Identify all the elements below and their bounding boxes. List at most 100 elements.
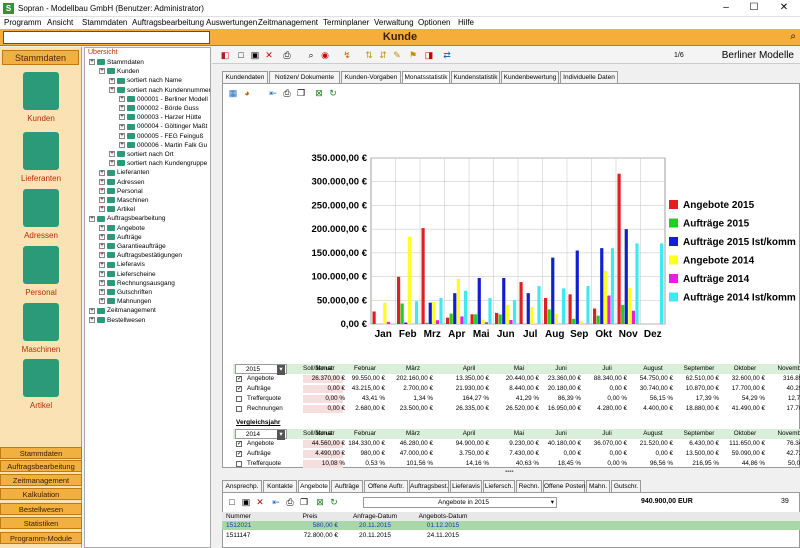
filter-icon[interactable]: ◉ [320, 50, 330, 60]
expand-icon[interactable]: + [99, 169, 105, 176]
close-icon[interactable]: ✕ [774, 2, 794, 14]
nav-kunden[interactable]: Kunden [0, 72, 82, 130]
expand-icon[interactable]: + [89, 307, 95, 314]
expand-icon[interactable]: + [119, 105, 125, 112]
mark-icon[interactable]: ⚑ [408, 50, 418, 60]
module-stammdaten[interactable]: Stammdaten [0, 447, 82, 459]
tab-kunden-vorgaben[interactable]: Kunden-Vorgaben [341, 71, 401, 83]
expand-icon[interactable]: + [99, 206, 105, 213]
tree-item[interactable]: + Adressen [99, 178, 144, 187]
menu-auftragsbearbeitung[interactable]: Auftragsbearbeitung [132, 18, 204, 27]
tree-item[interactable]: + Artikel [99, 205, 135, 214]
menu-programm[interactable]: Programm [4, 18, 41, 27]
expand-icon[interactable]: + [109, 86, 115, 93]
expand-icon[interactable]: + [99, 68, 105, 75]
tree-item[interactable]: + Maschinen [99, 196, 148, 205]
expand-icon[interactable]: + [99, 188, 105, 195]
expand-icon[interactable]: + [99, 270, 105, 277]
tree-item[interactable]: + Zeitmanagement [89, 306, 156, 315]
tab-kundendaten[interactable]: Kundendaten [222, 71, 268, 83]
new-icon[interactable]: □ [236, 50, 246, 60]
save-icon[interactable]: ▣ [250, 50, 260, 60]
module-programm-module[interactable]: Programm-Module [0, 532, 82, 544]
tree-item[interactable]: + sortiert nach Kundengruppe [109, 159, 207, 168]
tree-item[interactable]: + Gutschriften [99, 288, 152, 297]
tab-notizen[interactable]: Notizen/ Dokumente [269, 71, 340, 83]
expand-icon[interactable]: + [119, 142, 125, 149]
row-checkbox[interactable] [236, 406, 242, 412]
module-statistiken[interactable]: Statistiken [0, 517, 82, 529]
expand-icon[interactable]: + [119, 132, 125, 139]
tab-bottom-rechn[interactable]: Rechn. [516, 480, 542, 492]
report-icon[interactable]: ◨ [424, 50, 434, 60]
menu-ansicht[interactable]: Ansicht [47, 18, 73, 27]
chart-type-icon[interactable]: ▦ [228, 88, 238, 98]
search-icon[interactable]: ⌕ [306, 50, 316, 60]
print-icon[interactable]: ⎙ [282, 50, 292, 60]
export-icon[interactable]: ↯ [342, 50, 352, 60]
row-checkbox[interactable]: ✓ [236, 386, 242, 392]
tree-item[interactable]: + Stammdaten [89, 58, 144, 67]
tab-bottom-aufträge[interactable]: Aufträge [331, 480, 363, 492]
module-kalkulation[interactable]: Kalkulation [0, 488, 82, 500]
tab-bottom-offene-auftr[interactable]: Offene Auftr. [364, 480, 408, 492]
excel-icon[interactable]: ⊠ [314, 88, 324, 98]
tab-bottom-auftragsbest[interactable]: Auftragsbest. [409, 480, 449, 492]
print-icon[interactable]: ⎙ [282, 88, 292, 98]
expand-icon[interactable]: + [89, 59, 95, 66]
print-icon[interactable]: ⎙ [285, 497, 295, 507]
tab-bottom-offene-posten[interactable]: Offene Posten [543, 480, 585, 492]
tree-item[interactable]: + Angebote [99, 224, 145, 233]
tree-item[interactable]: +000005 - FEG Feinguß [119, 132, 203, 141]
nav-maschinen[interactable]: Maschinen [0, 303, 82, 361]
menu-hilfe[interactable]: Hilfe [458, 18, 474, 27]
year-select[interactable]: 2014 ▾ [235, 429, 287, 440]
tree-item[interactable]: +000003 - Harzer Hütte [119, 113, 201, 122]
expand-icon[interactable]: + [99, 178, 105, 185]
expand-icon[interactable]: + [99, 298, 105, 305]
minimize-icon[interactable]: – [716, 2, 736, 14]
tab-bottom-gutschr[interactable]: Gutschr. [611, 480, 641, 492]
tree-item[interactable]: + Mahnungen [99, 297, 151, 306]
tree-item[interactable]: + sortiert nach Kundennummer [109, 86, 210, 95]
palette-icon[interactable]: ◕ [242, 88, 252, 98]
menu-stammdaten[interactable]: Stammdaten [82, 18, 127, 27]
copy-icon[interactable]: ❐ [296, 88, 306, 98]
expand-icon[interactable]: + [109, 77, 115, 84]
menu-zeitmanagement[interactable]: Zeitmanagement [258, 18, 318, 27]
row-checkbox[interactable]: ✓ [236, 441, 242, 447]
row-checkbox[interactable] [236, 461, 242, 467]
expand-icon[interactable]: + [99, 243, 105, 250]
tree-item[interactable]: + Garantieaufträge [99, 242, 166, 251]
expand-icon[interactable]: + [109, 160, 115, 167]
expand-icon[interactable]: + [119, 96, 125, 103]
row-checkbox[interactable]: ✓ [236, 376, 242, 382]
nav-artikel[interactable]: Artikel [0, 359, 82, 417]
tab-bottom-lieferavis[interactable]: Lieferavis [450, 480, 482, 492]
nav-adressen[interactable]: Adressen [0, 189, 82, 247]
sort-desc-icon[interactable]: ⇵ [378, 50, 388, 60]
module-auftragsbearbeitung[interactable]: Auftragsbearbeitung [0, 460, 82, 472]
menu-verwaltung[interactable]: Verwaltung [374, 18, 414, 27]
module-zeitmanagement[interactable]: Zeitmanagement [0, 474, 82, 486]
expand-icon[interactable]: + [89, 215, 95, 222]
tab-kundenstatistik[interactable]: Kundenstatistik [451, 71, 500, 83]
menu-optionen[interactable]: Optionen [418, 18, 450, 27]
nav-personal[interactable]: Personal [0, 246, 82, 304]
tree-item[interactable]: + Bestellwesen [89, 316, 145, 325]
expand-icon[interactable]: + [119, 123, 125, 130]
tab-bottom-kontakte[interactable]: Kontakte [263, 480, 297, 492]
back-icon[interactable]: ⇤ [268, 88, 278, 98]
new-icon[interactable]: □ [227, 497, 237, 507]
row-checkbox[interactable]: ✓ [236, 451, 242, 457]
search-icon[interactable]: ⌕ [790, 31, 796, 42]
year-select[interactable]: 2015 ▾ [235, 364, 287, 375]
module-bestellwesen[interactable]: Bestellwesen [0, 503, 82, 515]
expand-icon[interactable]: + [99, 289, 105, 296]
tab-kundenbewertung[interactable]: Kundenbewertung [501, 71, 559, 83]
copy-icon[interactable]: ❐ [299, 497, 309, 507]
row-checkbox[interactable] [236, 396, 242, 402]
tree-item[interactable]: + Lieferavis [99, 260, 145, 269]
expand-icon[interactable]: + [89, 316, 95, 323]
tree-item[interactable]: + Personal [99, 187, 143, 196]
